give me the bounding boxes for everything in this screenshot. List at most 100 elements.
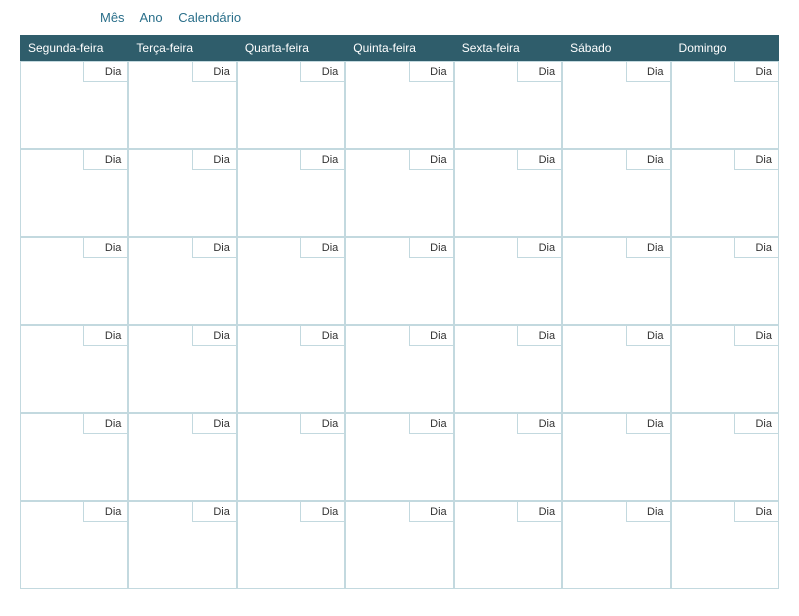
calendar: Segunda-feira Terça-feira Quarta-feira Q… [20,35,779,589]
day-number-box: Dia [517,150,561,170]
calendar-cell[interactable]: Dia [454,61,562,149]
day-number-box: Dia [409,326,453,346]
day-number-box: Dia [517,326,561,346]
calendar-row: Dia Dia Dia Dia Dia Dia Dia [20,61,779,149]
day-number-box: Dia [192,150,236,170]
calendar-row: DiaDiaDiaDiaDiaDiaDia [20,413,779,501]
day-number-box: Dia [517,414,561,434]
day-number-box: Dia [83,326,127,346]
day-number-box: Dia [734,502,778,522]
calendar-cell[interactable]: Dia [20,325,128,413]
day-number-box: Dia [626,62,670,82]
day-number-box: Dia [517,62,561,82]
calendar-cell[interactable]: Dia [562,325,670,413]
day-number-box: Dia [83,150,127,170]
calendar-cell[interactable]: Dia [671,413,779,501]
calendar-cell[interactable]: Dia [562,413,670,501]
day-number-box: Dia [192,502,236,522]
calendar-row: Dia Dia Dia Dia Dia Dia Dia [20,501,779,589]
weekday-header: Sábado [562,35,670,61]
day-number-box: Dia [300,414,344,434]
calendar-row: Dia Dia Dia Dia Dia Dia Dia [20,325,779,413]
weekday-header: Domingo [671,35,779,61]
day-number-box: Dia [409,502,453,522]
day-number-box: Dia [517,502,561,522]
calendar-cell[interactable]: Dia [20,501,128,589]
calendar-header-row: Segunda-feira Terça-feira Quarta-feira Q… [20,35,779,61]
calendar-cell[interactable]: Dia [671,149,779,237]
day-number-box: Dia [734,326,778,346]
header-links: Mês Ano Calendário [0,0,799,35]
calendar-cell[interactable]: Dia [20,149,128,237]
day-number-box: Dia [192,414,236,434]
calendar-cell[interactable]: Dia [128,413,236,501]
calendar-cell[interactable]: Dia [562,61,670,149]
day-number-box: Dia [300,150,344,170]
calendar-cell[interactable]: Dia [237,501,345,589]
weekday-header: Quinta-feira [345,35,453,61]
calendar-label: Calendário [178,10,241,25]
day-number-box: Dia [300,502,344,522]
day-number-box: Dia [409,62,453,82]
calendar-cell[interactable]: Dia [671,237,779,325]
calendar-cell[interactable]: Dia [237,413,345,501]
calendar-cell[interactable]: Dia [562,501,670,589]
calendar-cell[interactable]: Dia [454,237,562,325]
calendar-cell[interactable]: Dia [237,237,345,325]
day-number-box: Dia [409,150,453,170]
day-number-box: Dia [300,62,344,82]
calendar-body: DiaDiaDiaDiaDiaDiaDiaDiaDiaDiaDiaDiaDiaD… [20,61,779,589]
calendar-cell[interactable]: Dia [345,501,453,589]
calendar-cell[interactable]: Dia [345,149,453,237]
calendar-cell[interactable]: Dia [562,149,670,237]
calendar-cell[interactable]: Dia [128,61,236,149]
day-number-box: Dia [83,502,127,522]
weekday-header: Sexta-feira [454,35,562,61]
calendar-row: Dia Dia Dia Dia Dia Dia Dia [20,149,779,237]
day-number-box: Dia [300,238,344,258]
calendar-cell[interactable]: Dia [237,325,345,413]
calendar-cell[interactable]: Dia [237,61,345,149]
day-number-box: Dia [83,238,127,258]
calendar-cell[interactable]: Dia [128,149,236,237]
calendar-cell[interactable]: Dia [671,325,779,413]
calendar-row: DiaDiaDiaDiaDiaDiaDia [20,237,779,325]
calendar-cell[interactable]: Dia [454,413,562,501]
calendar-cell[interactable]: Dia [454,325,562,413]
year-label: Ano [139,10,162,25]
calendar-cell[interactable]: Dia [345,325,453,413]
day-number-box: Dia [734,150,778,170]
calendar-cell[interactable]: Dia [671,61,779,149]
weekday-header: Segunda-feira [20,35,128,61]
day-number-box: Dia [734,62,778,82]
month-label: Mês [100,10,125,25]
weekday-header: Quarta-feira [237,35,345,61]
calendar-cell[interactable]: Dia [345,237,453,325]
day-number-box: Dia [734,414,778,434]
calendar-cell[interactable]: Dia [128,237,236,325]
calendar-cell[interactable]: Dia [671,501,779,589]
day-number-box: Dia [409,238,453,258]
day-number-box: Dia [626,150,670,170]
calendar-cell[interactable]: Dia [20,413,128,501]
day-number-box: Dia [626,502,670,522]
day-number-box: Dia [734,238,778,258]
calendar-cell[interactable]: Dia [345,61,453,149]
day-number-box: Dia [626,326,670,346]
day-number-box: Dia [192,326,236,346]
calendar-cell[interactable]: Dia [128,501,236,589]
day-number-box: Dia [192,62,236,82]
day-number-box: Dia [409,414,453,434]
day-number-box: Dia [300,326,344,346]
day-number-box: Dia [626,238,670,258]
calendar-cell[interactable]: Dia [345,413,453,501]
calendar-cell[interactable]: Dia [562,237,670,325]
day-number-box: Dia [83,62,127,82]
calendar-cell[interactable]: Dia [20,237,128,325]
calendar-cell[interactable]: Dia [128,325,236,413]
calendar-cell[interactable]: Dia [454,149,562,237]
calendar-cell[interactable]: Dia [237,149,345,237]
calendar-cell[interactable]: Dia [454,501,562,589]
calendar-cell[interactable]: Dia [20,61,128,149]
day-number-box: Dia [517,238,561,258]
